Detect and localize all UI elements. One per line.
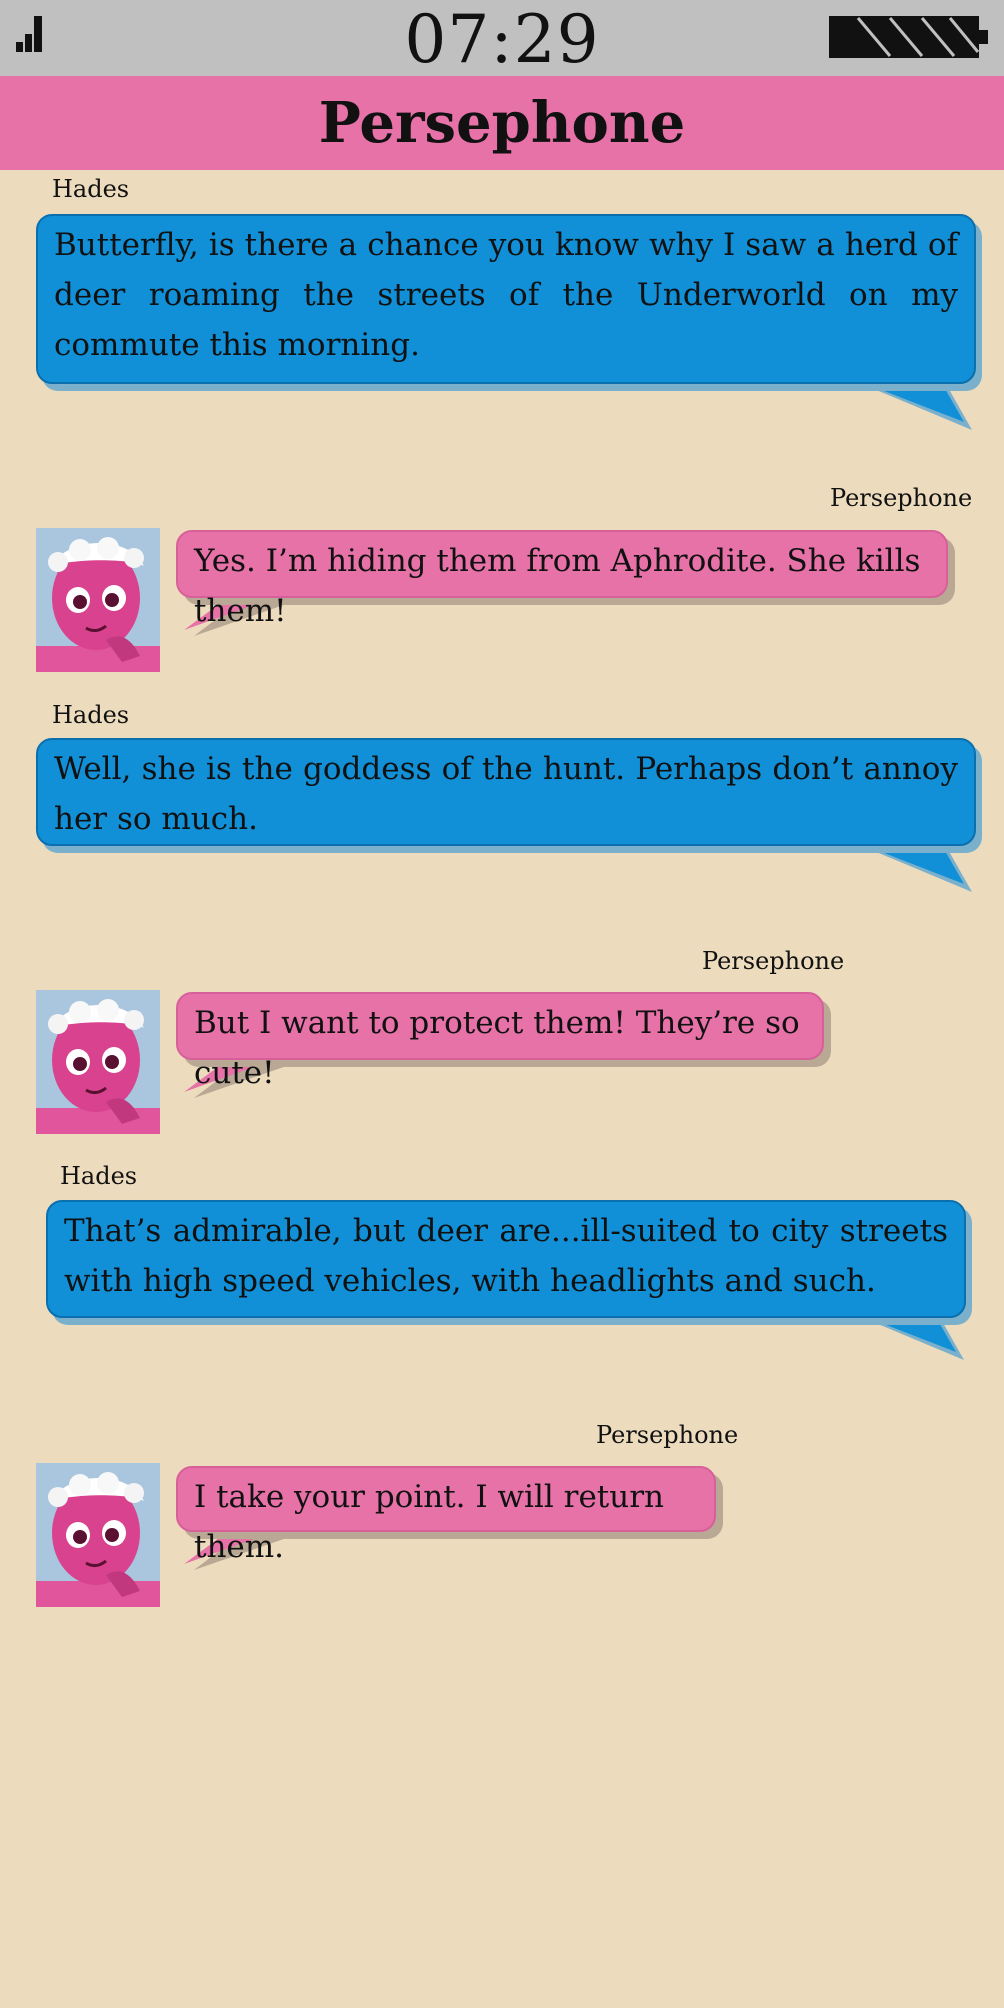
sender-label: Persephone: [596, 1421, 739, 1449]
message-bubble[interactable]: Yes. I’m hiding them from Aphrodite. She…: [176, 530, 948, 629]
contact-name[interactable]: Persephone: [0, 76, 1004, 170]
sender-label: Hades: [52, 175, 130, 203]
message-bubble[interactable]: Well, she is the goddess of the hunt. Pe…: [36, 738, 976, 846]
persephone-avatar[interactable]: [36, 990, 160, 1134]
message-bubble[interactable]: That’s admirable, but deer are...ill-sui…: [46, 1200, 966, 1318]
sender-label: Hades: [52, 701, 130, 729]
message-text: Butterfly, is there a chance you know wh…: [54, 227, 958, 363]
persephone-avatar[interactable]: [36, 1463, 160, 1607]
message-bubble[interactable]: I take your point. I will return them.: [176, 1466, 716, 1565]
status-bar: 07:29: [0, 0, 1004, 78]
sender-label: Persephone: [830, 484, 973, 512]
battery-icon: [829, 16, 988, 58]
message-text: Well, she is the goddess of the hunt. Pe…: [54, 751, 958, 837]
message-text: That’s admirable, but deer are...ill-sui…: [64, 1213, 948, 1299]
sender-label: Persephone: [702, 947, 845, 975]
conversation-header: Persephone: [0, 76, 1004, 170]
sender-label: Hades: [60, 1162, 138, 1190]
message-text: I take your point. I will return them.: [194, 1479, 664, 1565]
bubble-tail: [856, 842, 972, 892]
message-bubble[interactable]: Butterfly, is there a chance you know wh…: [36, 214, 976, 384]
message-bubble[interactable]: But I want to protect them! They’re so c…: [176, 992, 824, 1091]
bubble-tail: [856, 380, 972, 430]
persephone-avatar[interactable]: [36, 528, 160, 672]
